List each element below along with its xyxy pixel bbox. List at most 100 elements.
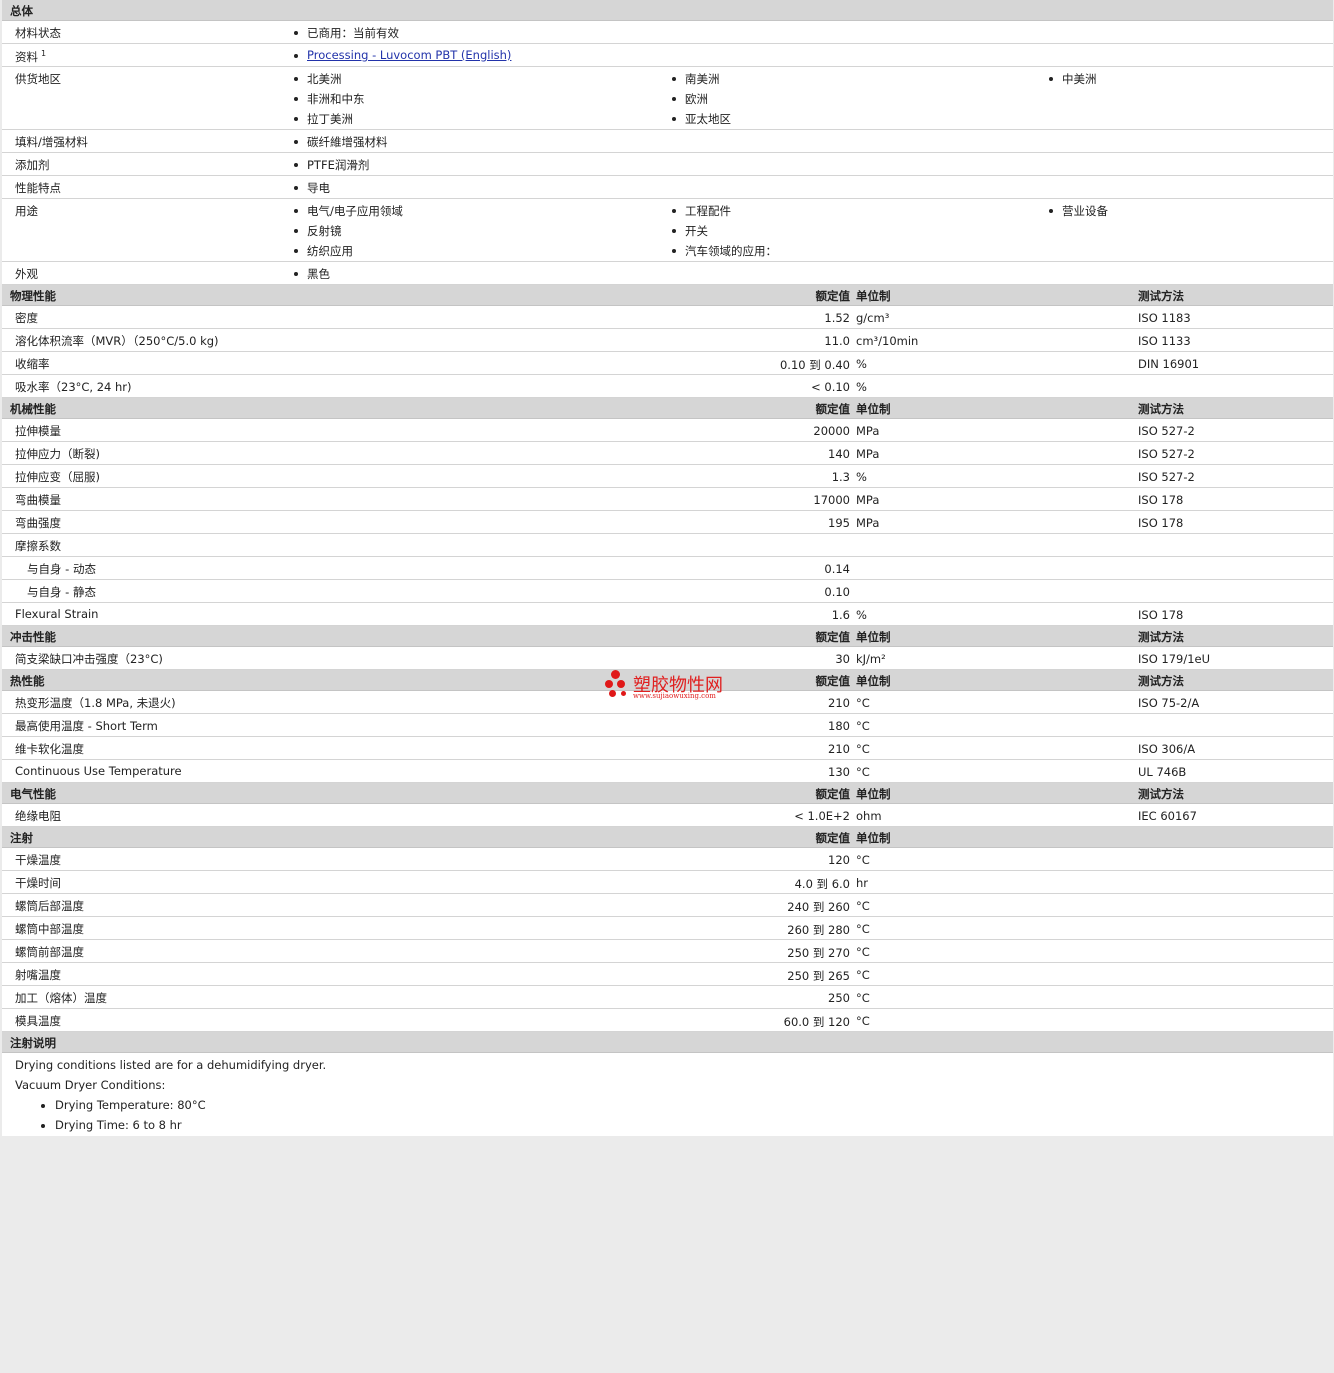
property-label: 弯曲模量 xyxy=(15,493,61,507)
list-item: Processing - Luvocom PBT (English) xyxy=(293,48,511,62)
property-row: Continuous Use Temperature 130 °C UL 746B xyxy=(2,760,1333,783)
property-label: 拉伸模量 xyxy=(15,424,61,438)
property-label: 拉伸应变（屈服) xyxy=(15,470,100,484)
list-item: 已商用：当前有效 xyxy=(294,26,399,40)
logo-dot xyxy=(611,670,620,679)
region-item: 北美洲 xyxy=(294,72,342,86)
use-item: 营业设备 xyxy=(1049,204,1108,218)
property-row: 拉伸应变（屈服) 1.3% ISO 527-2 xyxy=(2,465,1333,488)
test-method: ISO 527-2 xyxy=(1138,447,1195,461)
property-value: 30 xyxy=(835,652,850,666)
property-row: 加工（熔体）温度 250 °C xyxy=(2,986,1333,1009)
property-unit: °C xyxy=(856,853,870,867)
property-unit: cm³/10min xyxy=(856,334,919,348)
property-label: 热变形温度（1.8 MPa, 未退火) xyxy=(15,696,176,710)
test-method: ISO 1133 xyxy=(1138,334,1191,348)
datasheet-table: 总体 材料状态 已商用：当前有效 资料 1 Processing - Luvoco… xyxy=(2,0,1333,1136)
col-unit: 单位制 xyxy=(856,831,891,845)
property-unit: °C xyxy=(856,719,870,733)
property-row: 弯曲模量 17000 MPa ISO 178 xyxy=(2,488,1333,511)
property-value: 1.52 xyxy=(824,311,850,325)
property-unit: MPa xyxy=(856,424,880,438)
property-label: Flexural Strain xyxy=(15,607,99,621)
property-label: 干燥温度 xyxy=(15,853,61,867)
property-row: 螺筒中部温度 260 到 280 °C xyxy=(2,917,1333,940)
property-row: Flexural Strain 1.6% ISO 178 xyxy=(2,603,1333,626)
region-item: 南美洲 xyxy=(672,72,720,86)
property-label: 与自身 - 静态 xyxy=(27,585,96,599)
property-row: 弯曲强度 195 MPa ISO 178 xyxy=(2,511,1333,534)
logo-dot xyxy=(609,690,616,697)
property-value: 0.10 xyxy=(824,585,850,599)
section-title: 物理性能 xyxy=(10,289,56,303)
section-title: 电气性能 xyxy=(10,787,56,801)
property-row: 与自身 - 静态 0.10 xyxy=(2,580,1333,603)
general-row-filler: 填料/增强材料 碳纤維增强材料 xyxy=(2,130,1333,153)
test-method: DIN 16901 xyxy=(1138,357,1200,371)
property-row: 绝缘电阻 < 1.0E+2 ohm IEC 60167 xyxy=(2,804,1333,827)
col-unit: 单位制 xyxy=(856,402,891,416)
use-item: 汽车领域的应用： xyxy=(672,244,777,258)
processing-doc-link[interactable]: Processing - Luvocom PBT (English) xyxy=(307,48,511,62)
property-label: 模具温度 xyxy=(15,1014,61,1028)
property-value: 250 xyxy=(828,991,850,1005)
general-row-appearance: 外观 黑色 xyxy=(2,262,1333,285)
property-unit: MPa xyxy=(856,447,880,461)
property-label: 干燥时间 xyxy=(15,876,61,890)
property-row: 射嘴温度 250 到 265 °C xyxy=(2,963,1333,986)
test-method: ISO 179/1eU xyxy=(1138,652,1211,666)
col-nominal: 额定值 xyxy=(815,402,851,416)
property-label: 螺筒前部温度 xyxy=(15,945,84,959)
property-label: 射嘴温度 xyxy=(15,968,61,982)
property-label: Continuous Use Temperature xyxy=(15,764,182,778)
watermark-logo: 塑胶物性网 www.sujiaowuxing.com xyxy=(603,668,738,704)
property-value: 260 到 280 xyxy=(787,923,850,937)
col-test: 测试方法 xyxy=(1138,630,1184,644)
property-value: 0.14 xyxy=(824,562,850,576)
property-row: 最高使用温度 - Short Term 180 °C xyxy=(2,714,1333,737)
property-unit: % xyxy=(856,608,867,622)
physical-rows: 密度 1.52 g/cm³ ISO 1183 溶化体积流率（MVR）（250°C/5.… xyxy=(2,306,1333,398)
property-row: 螺筒前部温度 250 到 270 °C xyxy=(2,940,1333,963)
property-row: 干燥时间 4.0 到 6.0 hr xyxy=(2,871,1333,894)
test-method: ISO 306/A xyxy=(1138,742,1196,756)
mechanical-rows: 拉伸模量 20000 MPa ISO 527-2 拉伸应力（断裂) 140 MPa ISO … xyxy=(2,419,1333,626)
property-value: 250 到 265 xyxy=(787,969,850,983)
property-unit: % xyxy=(856,357,867,371)
property-unit: °C xyxy=(856,968,870,982)
watermark-url: www.sujiaowuxing.com xyxy=(633,692,716,700)
section-title: 注射 xyxy=(10,831,33,845)
property-unit: % xyxy=(856,470,867,484)
property-value: 60.0 到 120 xyxy=(783,1015,850,1029)
property-row: 螺筒后部温度 240 到 260 °C xyxy=(2,894,1333,917)
region-item: 拉丁美洲 xyxy=(294,112,353,126)
logo-dot xyxy=(617,680,625,688)
test-method: IEC 60167 xyxy=(1138,809,1197,823)
col-unit: 单位制 xyxy=(856,289,891,303)
property-label: 弯曲强度 xyxy=(15,516,61,530)
property-unit: °C xyxy=(856,991,870,1005)
property-row: 拉伸模量 20000 MPa ISO 527-2 xyxy=(2,419,1333,442)
property-value: < 1.0E+2 xyxy=(794,809,850,823)
property-unit: hr xyxy=(856,876,869,890)
property-row: 吸水率（23°C, 24 hr) < 0.10% xyxy=(2,375,1333,398)
use-item: 电气/电子应用领域 xyxy=(294,204,403,218)
property-row: 摩擦系数 xyxy=(2,534,1333,557)
list-item: 导电 xyxy=(294,181,330,195)
property-unit: g/cm³ xyxy=(856,311,890,325)
property-value: < 0.10 xyxy=(811,380,850,394)
property-unit: % xyxy=(856,380,867,394)
property-label: 螺筒中部温度 xyxy=(15,922,84,936)
property-value: 180 xyxy=(828,719,850,733)
col-test: 测试方法 xyxy=(1138,787,1184,801)
property-row: 维卡软化温度 210 °C ISO 306/A xyxy=(2,737,1333,760)
region-item: 亚太地区 xyxy=(672,112,731,126)
property-label: 溶化体积流率（MVR）（250°C/5.0 kg) xyxy=(15,334,219,348)
col-nominal: 额定值 xyxy=(815,831,851,845)
section-title: 注射说明 xyxy=(10,1036,56,1050)
logo-dot xyxy=(605,680,613,688)
use-item: 纺织应用 xyxy=(294,244,353,258)
general-row-uses: 用途 电气/电子应用领域 反射镜 纺织应用 工程配件 开关 汽车领域的应用： 营… xyxy=(2,199,1333,262)
region-item: 非洲和中东 xyxy=(294,92,365,106)
property-label: 密度 xyxy=(15,311,38,325)
